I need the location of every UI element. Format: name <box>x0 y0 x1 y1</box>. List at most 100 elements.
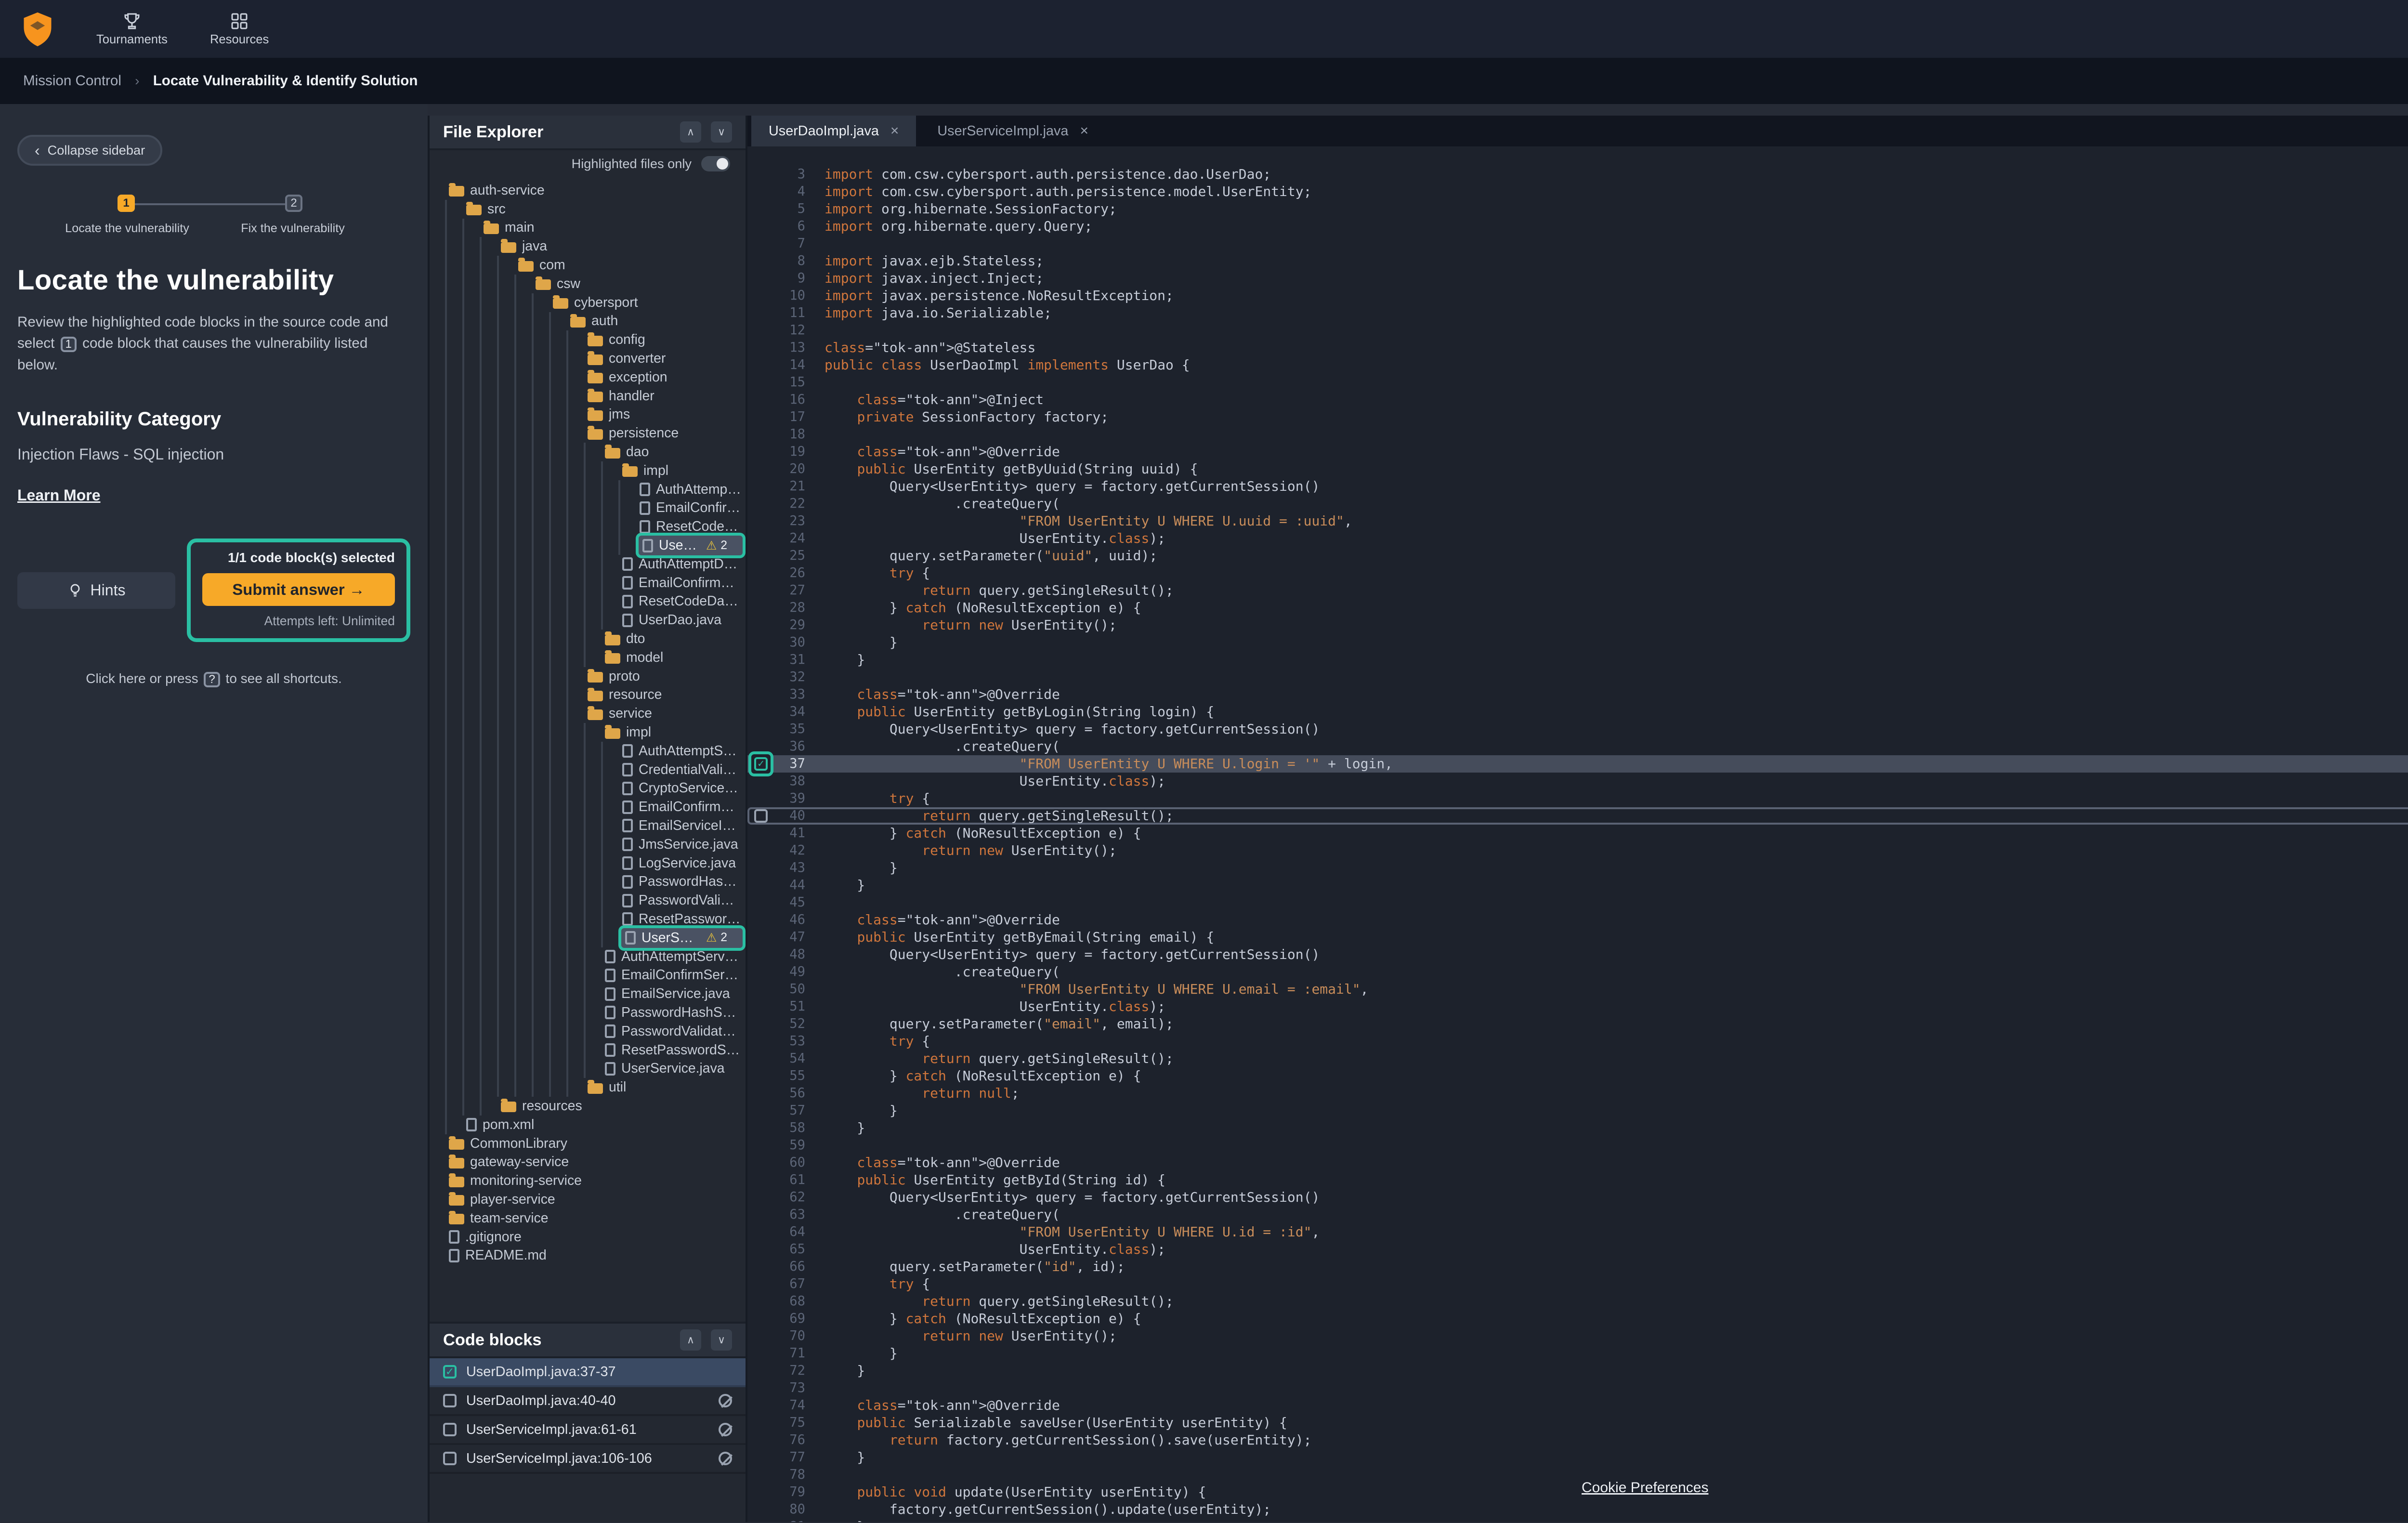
tree-item-proto[interactable]: proto <box>430 667 746 686</box>
tree-item-team-service[interactable]: team-service <box>430 1209 746 1228</box>
tree-item-readme-md[interactable]: README.md <box>430 1246 746 1265</box>
next-block-button[interactable]: ∨ <box>711 1329 732 1351</box>
code-line-8: 8import javax.ejb.Stateless; <box>747 252 2408 270</box>
code-block-checkbox-40[interactable] <box>754 809 768 823</box>
tree-item-service[interactable]: service <box>430 704 746 723</box>
submit-answer-button[interactable]: Submit answer → <box>202 573 395 606</box>
tree-item-csw[interactable]: csw <box>430 275 746 293</box>
shortcuts-hint[interactable]: Click here or press ? to see all shortcu… <box>17 671 410 687</box>
tree-item-passwordhashservic[interactable]: PasswordHashServic… <box>430 1003 746 1022</box>
cookie-preferences-link[interactable]: Cookie Preferences <box>1582 1480 1708 1496</box>
tree-item-userservice[interactable]: UserService…⚠2 <box>430 929 746 947</box>
tree-item-resources[interactable]: resources <box>430 1097 746 1116</box>
breadcrumb-parent[interactable]: Mission Control <box>23 73 121 89</box>
tree-item-auth[interactable]: auth <box>430 312 746 331</box>
tree-item-cryptoservice-ja[interactable]: CryptoService.ja… <box>430 779 746 798</box>
tree-item-label: PasswordHashServ… <box>639 874 742 890</box>
tree-item-dao[interactable]: dao <box>430 443 746 461</box>
code-text: return new UserEntity(); <box>805 1327 1117 1345</box>
code-line-40[interactable]: 40 return query.getSingleResult(); <box>747 807 2408 825</box>
tree-item-persistence[interactable]: persistence <box>430 424 746 443</box>
code-line-32: 32 <box>747 669 2408 686</box>
tree-item-label: EmailConfirmServ… <box>639 799 742 815</box>
code-block-item-userdaoimpl-java-37-37[interactable]: ✓UserDaoImpl.java:37-37 <box>430 1358 746 1387</box>
code-block-item-userserviceimpl-java-61-61[interactable]: UserServiceImpl.java:61-61 <box>430 1416 746 1445</box>
tree-item-com[interactable]: com <box>430 256 746 275</box>
tree-item-authattemptdao[interactable]: AuthAttemptDao… <box>430 480 746 499</box>
tree-item-passwordvalidators[interactable]: PasswordValidatorS… <box>430 1022 746 1041</box>
line-number: 3 <box>774 166 805 183</box>
tree-item-dto[interactable]: dto <box>430 630 746 648</box>
tree-item-gateway-service[interactable]: gateway-service <box>430 1153 746 1171</box>
tree-item-emailservice-java[interactable]: EmailService.java <box>430 985 746 1003</box>
highlighted-files-toggle[interactable] <box>701 156 730 171</box>
tree-item-impl[interactable]: impl <box>430 461 746 480</box>
tree-item-commonlibrary[interactable]: CommonLibrary <box>430 1134 746 1153</box>
code-block-checkbox[interactable] <box>443 1452 457 1465</box>
app-logo[interactable] <box>19 10 58 48</box>
tree-item-gitignore[interactable]: .gitignore <box>430 1228 746 1247</box>
tree-item-util[interactable]: util <box>430 1078 746 1097</box>
code-line-14: 14public class UserDaoImpl implements Us… <box>747 356 2408 374</box>
code-block-checkbox-37[interactable]: ✓ <box>754 757 768 771</box>
tree-item-player-service[interactable]: player-service <box>430 1190 746 1209</box>
code-text: try { <box>805 565 930 582</box>
tree-item-emailserviceimpl[interactable]: EmailServiceImpl… <box>430 816 746 835</box>
tree-item-authattemptservi[interactable]: AuthAttemptServi… <box>430 742 746 761</box>
tree-item-main[interactable]: main <box>430 219 746 237</box>
tree-item-emailconfirmservic[interactable]: EmailConfirmServic… <box>430 966 746 985</box>
tree-item-emailconfirmcode[interactable]: EmailConfirmCode… <box>430 574 746 592</box>
tree-item-auth-service[interactable]: auth-service <box>430 181 746 200</box>
close-tab-icon[interactable]: × <box>890 123 899 139</box>
tree-item-impl[interactable]: impl <box>430 723 746 742</box>
tree-item-jms[interactable]: jms <box>430 406 746 424</box>
tree-item-emailconfirmserv[interactable]: EmailConfirmServ… <box>430 798 746 816</box>
prev-highlight-button[interactable]: ∧ <box>680 121 701 143</box>
tree-item-userdaoim[interactable]: UserDaoIm…⚠2 <box>430 536 746 555</box>
tab-userserviceimpl[interactable]: UserServiceImpl.java × <box>920 116 1106 146</box>
tree-item-config[interactable]: config <box>430 330 746 349</box>
tree-item-userservice-java[interactable]: UserService.java <box>430 1059 746 1078</box>
tree-item-passwordhashserv[interactable]: PasswordHashServ… <box>430 872 746 891</box>
prev-block-button[interactable]: ∧ <box>680 1329 701 1351</box>
line-number: 70 <box>774 1327 805 1345</box>
next-highlight-button[interactable]: ∨ <box>711 121 732 143</box>
tree-item-monitoring-service[interactable]: monitoring-service <box>430 1171 746 1190</box>
tree-item-model[interactable]: model <box>430 648 746 667</box>
code-line-78: 78 <box>747 1466 2408 1484</box>
hints-button[interactable]: Hints <box>17 572 175 609</box>
tree-item-userdao-java[interactable]: UserDao.java <box>430 611 746 630</box>
code-block-checkbox[interactable] <box>443 1423 457 1436</box>
collapse-sidebar-button[interactable]: ‹ Collapse sidebar <box>17 135 162 166</box>
tree-item-credentialvalida[interactable]: CredentialValida… <box>430 761 746 779</box>
nav-resources[interactable]: Resources <box>210 12 269 47</box>
tree-item-handler[interactable]: handler <box>430 387 746 406</box>
tree-item-exception[interactable]: exception <box>430 368 746 387</box>
tree-item-java[interactable]: java <box>430 237 746 256</box>
learn-more-link[interactable]: Learn More <box>17 486 100 504</box>
tree-item-resetcodedao-java[interactable]: ResetCodeDao.java <box>430 592 746 611</box>
line-number: 41 <box>774 825 805 842</box>
code-block-checkbox[interactable]: ✓ <box>443 1365 457 1379</box>
tree-item-resetpasswordservi[interactable]: ResetPasswordServi… <box>430 1041 746 1060</box>
tree-item-label: CommonLibrary <box>470 1136 567 1152</box>
code-block-checkbox[interactable] <box>443 1394 457 1407</box>
warning-icon: ⚠ <box>706 538 717 553</box>
nav-tournaments[interactable]: Tournaments <box>96 12 168 47</box>
tree-item-passwordvalidato[interactable]: PasswordValidato… <box>430 891 746 910</box>
code-block-item-userserviceimpl-java-106-106[interactable]: UserServiceImpl.java:106-106 <box>430 1445 746 1474</box>
tree-item-jmsservice-java[interactable]: JmsService.java <box>430 835 746 854</box>
tree-item-cybersport[interactable]: cybersport <box>430 293 746 312</box>
code-line-22: 22 .createQuery( <box>747 495 2408 512</box>
tree-item-converter[interactable]: converter <box>430 349 746 368</box>
tree-item-resource[interactable]: resource <box>430 686 746 705</box>
tab-userdaoimpl[interactable]: UserDaoImpl.java × <box>751 116 916 146</box>
tree-item-emailconfirmco[interactable]: EmailConfirmCo… <box>430 499 746 518</box>
code-block-item-userdaoimpl-java-40-40[interactable]: UserDaoImpl.java:40-40 <box>430 1387 746 1416</box>
close-tab-icon[interactable]: × <box>1080 123 1088 139</box>
tree-item-logservice-java[interactable]: LogService.java <box>430 854 746 873</box>
code-text: return query.getSingleResult(); <box>805 1050 1174 1067</box>
code-line-37[interactable]: ✓37 "FROM UserEntity U WHERE U.login = '… <box>747 755 2408 773</box>
tree-item-src[interactable]: src <box>430 200 746 219</box>
tree-item-pom-xml[interactable]: pom.xml <box>430 1116 746 1134</box>
